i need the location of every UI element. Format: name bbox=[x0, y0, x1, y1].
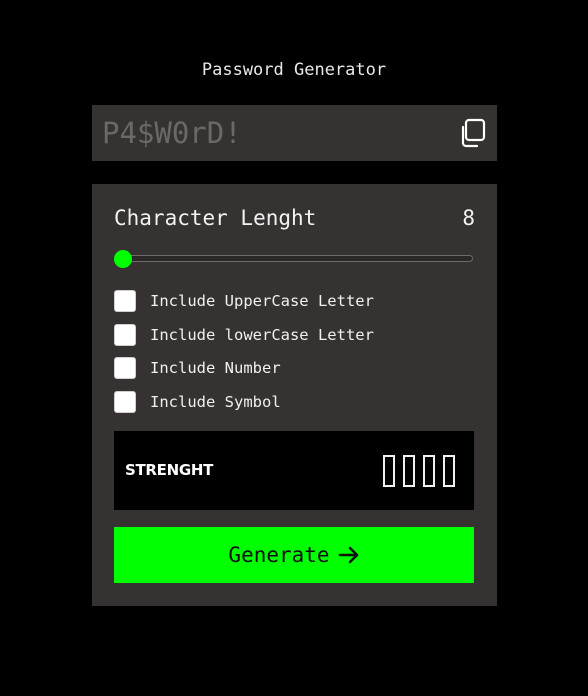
option-uppercase[interactable]: Include UpperCase Letter bbox=[114, 289, 374, 313]
strength-bar bbox=[423, 455, 435, 487]
strength-bar bbox=[443, 455, 455, 487]
settings-panel: Character Lenght 8 Include UpperCase Let… bbox=[92, 184, 497, 606]
symbol-label: Include Symbol bbox=[150, 393, 281, 411]
option-lowercase[interactable]: Include lowerCase Letter bbox=[114, 323, 374, 347]
strength-indicator: STRENGHT bbox=[114, 431, 474, 510]
number-checkbox[interactable] bbox=[114, 357, 136, 379]
option-symbol[interactable]: Include Symbol bbox=[114, 390, 281, 414]
copy-icon[interactable] bbox=[461, 118, 487, 148]
strength-bars bbox=[383, 455, 455, 487]
character-length-value: 8 bbox=[462, 206, 475, 230]
password-output-field[interactable] bbox=[102, 115, 442, 151]
uppercase-label: Include UpperCase Letter bbox=[150, 292, 374, 310]
strength-bar bbox=[403, 455, 415, 487]
character-length-label: Character Lenght bbox=[114, 206, 317, 230]
generate-label: Generate bbox=[228, 543, 330, 567]
arrow-right-icon bbox=[338, 546, 358, 564]
lowercase-label: Include lowerCase Letter bbox=[150, 326, 374, 344]
page-title: Password Generator bbox=[201, 60, 387, 80]
strength-label: STRENGHT bbox=[125, 461, 214, 479]
lowercase-checkbox[interactable] bbox=[114, 324, 136, 346]
strength-bar bbox=[383, 455, 395, 487]
generate-button[interactable]: Generate bbox=[114, 527, 474, 583]
option-number[interactable]: Include Number bbox=[114, 356, 281, 380]
number-label: Include Number bbox=[150, 359, 281, 377]
password-display bbox=[92, 105, 497, 161]
length-slider-thumb[interactable] bbox=[114, 250, 132, 268]
symbol-checkbox[interactable] bbox=[114, 391, 136, 413]
uppercase-checkbox[interactable] bbox=[114, 290, 136, 312]
length-slider-track[interactable] bbox=[118, 255, 473, 262]
